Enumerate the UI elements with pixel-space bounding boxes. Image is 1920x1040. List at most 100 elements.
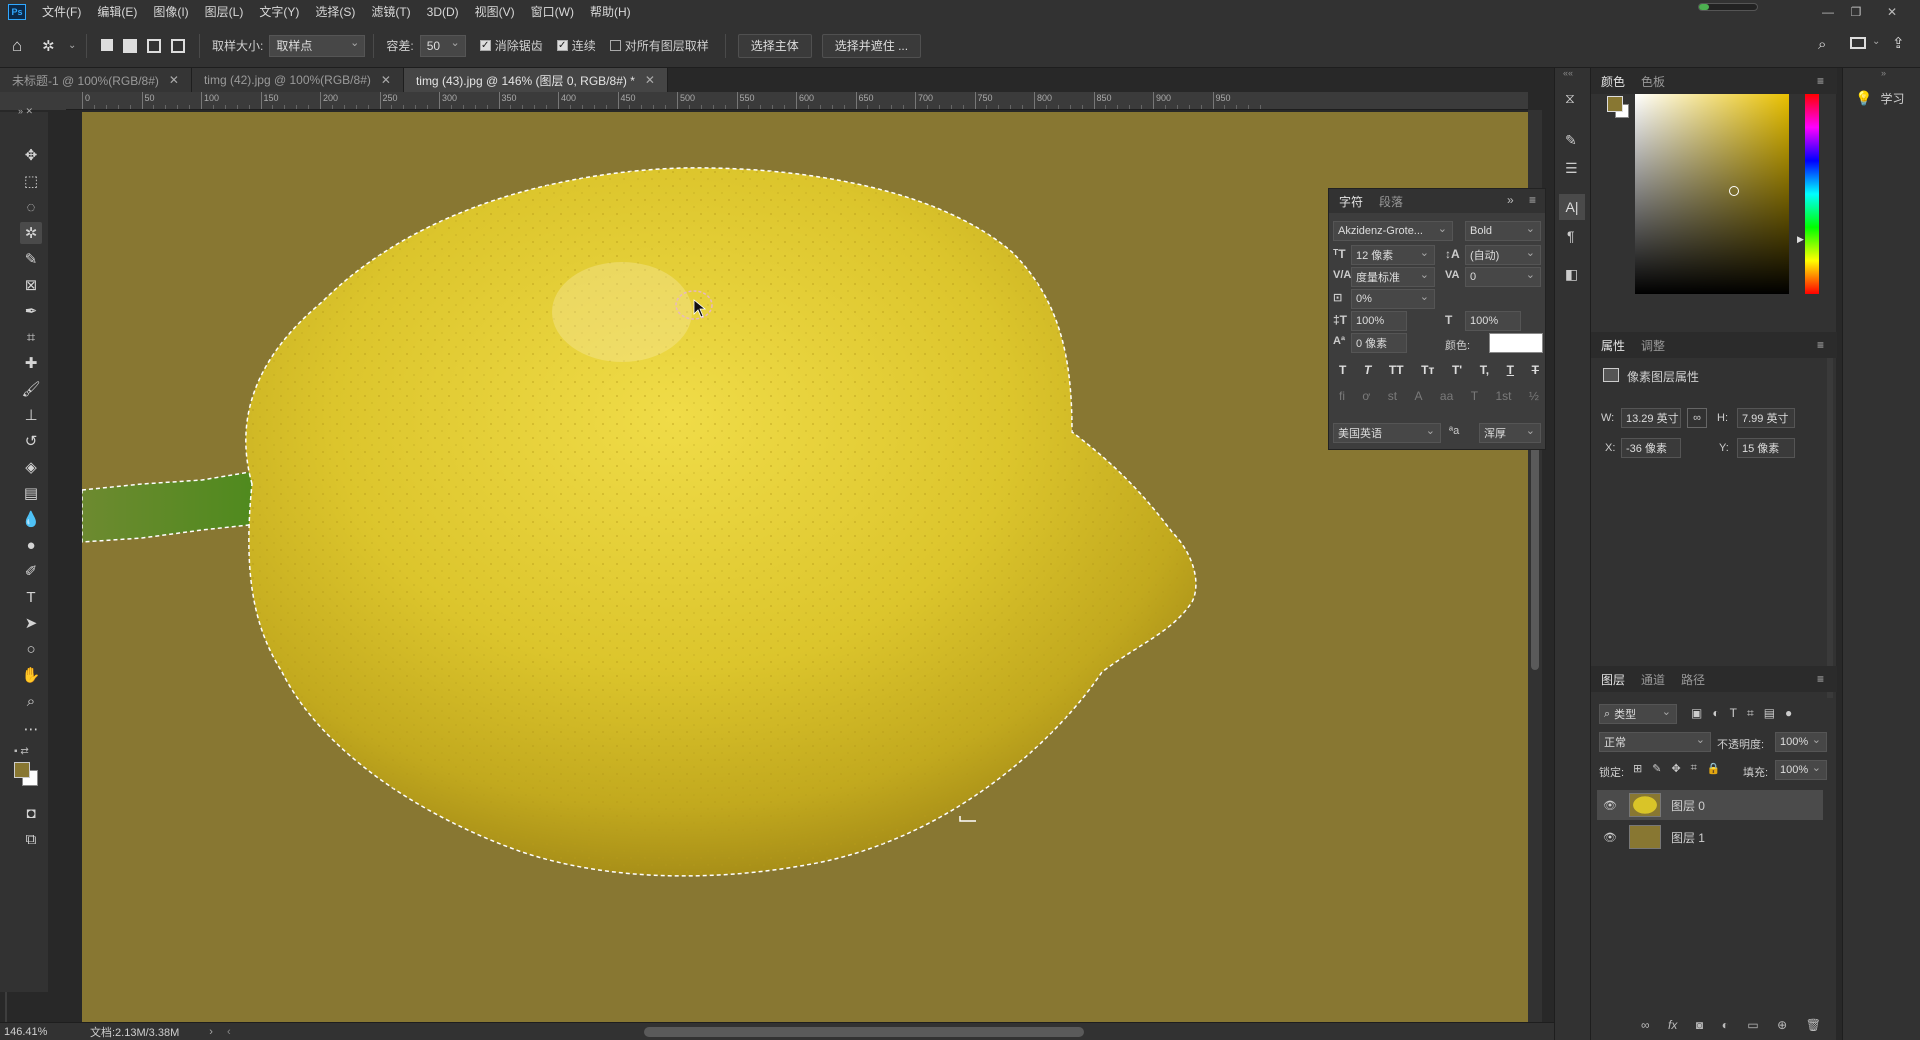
layer-row-1[interactable]: 👁 图层 1: [1597, 822, 1823, 852]
tab-timg-42[interactable]: timg (42).jpg @ 100%(RGB/8#) ✕: [191, 68, 404, 92]
menu-edit[interactable]: 编辑(E): [89, 0, 145, 24]
more-tools-icon[interactable]: ⋯: [20, 718, 42, 740]
learn-button[interactable]: 💡 学习: [1855, 90, 1904, 107]
marquee-tool-icon[interactable]: ⬚: [20, 170, 42, 192]
history-panel-icon[interactable]: ⧖: [1565, 90, 1575, 107]
crop-tool-icon[interactable]: ⌗: [20, 326, 42, 348]
brush-select-icon[interactable]: ✎: [20, 248, 42, 270]
document-canvas[interactable]: [82, 112, 1528, 1022]
healing-brush-icon[interactable]: ✚: [20, 352, 42, 374]
contiguous-checkbox[interactable]: ✓: [556, 40, 568, 51]
fill-input[interactable]: 100%: [1775, 760, 1827, 780]
properties-panel-menu-icon[interactable]: ≡: [1817, 338, 1824, 352]
underline-button[interactable]: T: [1507, 363, 1514, 377]
close-window-icon[interactable]: ✕: [1878, 0, 1906, 24]
strip-collapse-icon[interactable]: ««: [1563, 68, 1573, 78]
y-input[interactable]: 15 像素: [1737, 438, 1795, 458]
layers-panel-menu-icon[interactable]: ≡: [1817, 672, 1824, 686]
tab-paragraph[interactable]: 段落: [1379, 193, 1403, 210]
restore-icon[interactable]: ❐: [1842, 0, 1870, 24]
adjust-sliders-icon[interactable]: ☰: [1565, 160, 1578, 177]
link-layers-icon[interactable]: ∞: [1641, 1018, 1650, 1032]
baseline-shift-input[interactable]: 0 像素: [1351, 333, 1407, 353]
frame-tool-icon[interactable]: ⊠: [20, 274, 42, 296]
search-icon[interactable]: ⌕: [1818, 36, 1826, 53]
share-icon[interactable]: ⇪: [1892, 34, 1905, 52]
font-family-select[interactable]: Akzidenz-Grote...: [1333, 221, 1453, 241]
tab-timg-43[interactable]: timg (43).jpg @ 146% (图层 0, RGB/8#) * ✕: [403, 68, 668, 92]
horizontal-scroll-thumb[interactable]: [644, 1027, 1084, 1037]
tab-layers[interactable]: 图层: [1601, 671, 1625, 688]
filter-toggle-icon[interactable]: ●: [1785, 706, 1792, 721]
kerning-select[interactable]: 度量标准: [1351, 267, 1435, 287]
leading-select[interactable]: (自动): [1465, 245, 1541, 265]
filter-type-icon[interactable]: T: [1730, 706, 1737, 721]
lock-pixels-icon[interactable]: ✎: [1652, 762, 1661, 775]
opacity-input[interactable]: 100%: [1775, 732, 1827, 752]
zoom-level[interactable]: 146.41%: [4, 1026, 84, 1038]
path-select-icon[interactable]: ➤: [20, 612, 42, 634]
text-color-swatch[interactable]: [1489, 333, 1543, 353]
font-size-select[interactable]: 12 像素: [1351, 245, 1435, 265]
tool-preset-chevron-icon[interactable]: ⌄: [68, 40, 78, 51]
tab-color[interactable]: 颜色: [1601, 73, 1625, 90]
character-panel-icon[interactable]: A|: [1559, 194, 1585, 220]
toolbar-collapse-icon[interactable]: » ✕: [18, 106, 33, 117]
home-icon[interactable]: ⌂: [12, 36, 42, 56]
close-tab-icon[interactable]: ✕: [169, 73, 179, 87]
menu-file[interactable]: 文件(F): [34, 0, 89, 24]
tab-adjustments[interactable]: 调整: [1641, 337, 1665, 354]
width-input[interactable]: 13.29 英寸: [1621, 408, 1681, 428]
menu-window[interactable]: 窗口(W): [523, 0, 582, 24]
vertical-scroll-thumb[interactable]: [1531, 440, 1539, 670]
old-style-button[interactable]: ơ: [1362, 389, 1370, 403]
ordinals-button[interactable]: 1st: [1495, 389, 1511, 403]
panel-menu-icon[interactable]: ≡: [1529, 193, 1536, 207]
superscript-button[interactable]: T': [1452, 363, 1462, 377]
close-tab-icon[interactable]: ✕: [645, 73, 655, 87]
menu-filter[interactable]: 滤镜(T): [363, 0, 418, 24]
lock-artboard-icon[interactable]: ⌗: [1691, 762, 1697, 775]
new-layer-icon[interactable]: ⊕: [1777, 1018, 1787, 1032]
menu-view[interactable]: 视图(V): [467, 0, 523, 24]
default-colors-icon[interactable]: ▪ ⇄: [14, 746, 29, 757]
fractions-button[interactable]: ½: [1529, 389, 1539, 403]
lock-all-icon[interactable]: 🔒: [1707, 762, 1721, 775]
hue-slider[interactable]: [1805, 94, 1819, 294]
move-tool-icon[interactable]: ✥: [20, 144, 42, 166]
close-tab-icon[interactable]: ✕: [381, 73, 391, 87]
filter-shape-icon[interactable]: ⌗: [1747, 706, 1754, 721]
faux-italic-button[interactable]: T: [1364, 363, 1371, 377]
color-field[interactable]: [1635, 94, 1789, 294]
lock-transparency-icon[interactable]: ⊞: [1633, 762, 1642, 775]
stamp-tool-icon[interactable]: ⊥: [20, 404, 42, 426]
type-tool-icon[interactable]: T: [20, 586, 42, 608]
filter-pixel-icon[interactable]: ▣: [1691, 706, 1702, 721]
workspace-icon[interactable]: [1850, 37, 1866, 49]
tab-untitled-1[interactable]: 未标题-1 @ 100%(RGB/8#) ✕: [0, 68, 192, 92]
quick-mask-icon[interactable]: ◘: [20, 802, 42, 824]
magic-wand-icon[interactable]: ✲: [42, 37, 68, 55]
visibility-eye-icon[interactable]: 👁: [1603, 799, 1617, 812]
collapse-panel-icon[interactable]: »: [1507, 193, 1514, 207]
scroll-left-icon[interactable]: ‹: [227, 1026, 231, 1038]
add-mask-icon[interactable]: ◙: [1696, 1018, 1703, 1032]
discretionary-ligature-button[interactable]: st: [1388, 389, 1397, 403]
brush-settings-icon[interactable]: ✎: [1565, 132, 1577, 149]
faux-bold-button[interactable]: T: [1339, 363, 1346, 377]
history-brush-icon[interactable]: ↺: [20, 430, 42, 452]
all-caps-button[interactable]: TT: [1389, 363, 1404, 377]
x-input[interactable]: -36 像素: [1621, 438, 1681, 458]
font-style-select[interactable]: Bold: [1465, 221, 1541, 241]
new-selection-icon[interactable]: [101, 38, 113, 51]
dodge-tool-icon[interactable]: ●: [20, 534, 42, 556]
add-selection-icon[interactable]: [123, 38, 137, 53]
sample-size-select[interactable]: 取样点: [269, 34, 366, 57]
menu-layer[interactable]: 图层(L): [197, 0, 252, 24]
vertical-scale-input[interactable]: 100%: [1351, 311, 1407, 331]
intersect-selection-icon[interactable]: [171, 38, 185, 53]
filter-adjustment-icon[interactable]: ◐: [1712, 706, 1719, 721]
tab-swatches[interactable]: 色板: [1641, 73, 1665, 90]
tab-properties[interactable]: 属性: [1601, 337, 1625, 354]
glyphs-panel-icon[interactable]: ◧: [1565, 266, 1578, 283]
